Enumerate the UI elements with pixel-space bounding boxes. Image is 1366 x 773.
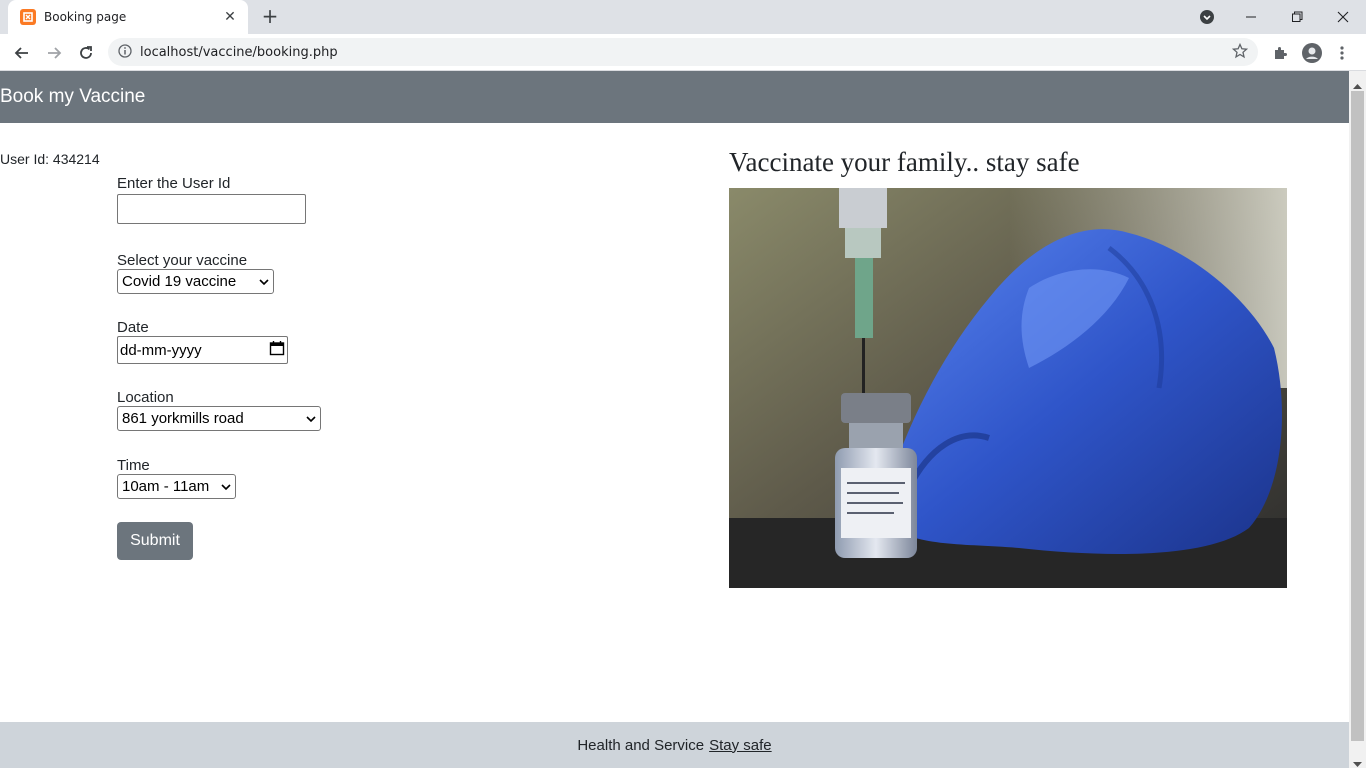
calendar-icon[interactable] bbox=[269, 340, 285, 360]
tab-title: Booking page bbox=[44, 10, 127, 24]
scroll-down-icon[interactable] bbox=[1352, 754, 1363, 767]
scroll-up-icon[interactable] bbox=[1352, 75, 1363, 89]
tab-close-icon[interactable]: ✕ bbox=[222, 9, 238, 25]
navbar-brand[interactable]: Book my Vaccine bbox=[0, 86, 145, 108]
time-label: Time bbox=[117, 457, 150, 474]
location-select[interactable]: 861 yorkmills road bbox=[117, 406, 321, 431]
user-id-input[interactable] bbox=[117, 194, 306, 224]
browser-toolbar: localhost/vaccine/booking.php bbox=[0, 34, 1366, 71]
footer-text: Health and Service bbox=[577, 736, 705, 754]
profile-avatar-icon[interactable] bbox=[1298, 39, 1326, 67]
vaccine-select[interactable]: Covid 19 vaccine bbox=[117, 269, 274, 294]
extensions-icon[interactable] bbox=[1266, 39, 1294, 67]
navbar: Book my Vaccine bbox=[0, 71, 1349, 123]
address-bar[interactable]: localhost/vaccine/booking.php bbox=[108, 38, 1258, 66]
new-tab-icon[interactable]: + bbox=[258, 5, 282, 29]
date-placeholder: dd-mm-yyyy bbox=[120, 341, 202, 359]
site-info-icon[interactable] bbox=[118, 43, 132, 62]
chevron-down-icon bbox=[221, 478, 231, 495]
time-select[interactable]: 10am - 11am bbox=[117, 474, 236, 499]
close-window-icon[interactable] bbox=[1320, 0, 1366, 34]
footer: Health and Service Stay safe bbox=[0, 722, 1349, 768]
back-icon[interactable] bbox=[8, 39, 36, 67]
chevron-down-icon bbox=[259, 273, 269, 290]
browser-tab[interactable]: Booking page ✕ bbox=[8, 0, 248, 34]
restore-icon[interactable] bbox=[1274, 0, 1320, 34]
submit-button[interactable]: Submit bbox=[117, 522, 193, 560]
booking-form: Enter the User Id Select your vaccine Co… bbox=[117, 175, 321, 560]
forward-icon[interactable] bbox=[40, 39, 68, 67]
date-input[interactable]: dd-mm-yyyy bbox=[117, 336, 288, 364]
page-scrollbar[interactable] bbox=[1349, 71, 1366, 768]
xampp-favicon-icon bbox=[20, 9, 36, 25]
tab-search-icon[interactable] bbox=[1184, 0, 1230, 34]
tab-strip: Booking page ✕ + bbox=[0, 0, 1366, 34]
vaccine-selected-value: Covid 19 vaccine bbox=[122, 273, 237, 290]
date-label: Date bbox=[117, 319, 149, 336]
side-heading: Vaccinate your family.. stay safe bbox=[729, 147, 1080, 177]
reload-icon[interactable] bbox=[72, 39, 100, 67]
user-id-label: Enter the User Id bbox=[117, 175, 231, 192]
browser-menu-icon[interactable] bbox=[1328, 39, 1356, 67]
location-label: Location bbox=[117, 389, 174, 406]
vaccine-label: Select your vaccine bbox=[117, 252, 248, 269]
minimize-icon[interactable] bbox=[1228, 0, 1274, 34]
current-user-id: User Id: 434214 bbox=[0, 151, 100, 167]
vaccine-photo bbox=[729, 188, 1287, 588]
url-text: localhost/vaccine/booking.php bbox=[140, 44, 338, 60]
bookmark-star-icon[interactable] bbox=[1231, 42, 1249, 63]
scrollbar-thumb[interactable] bbox=[1351, 91, 1364, 741]
footer-link[interactable]: Stay safe bbox=[709, 737, 772, 754]
chevron-down-icon bbox=[306, 410, 316, 427]
page-viewport: Book my Vaccine User Id: 434214 Enter th… bbox=[0, 71, 1349, 768]
location-selected-value: 861 yorkmills road bbox=[122, 410, 244, 427]
time-selected-value: 10am - 11am bbox=[122, 478, 210, 495]
